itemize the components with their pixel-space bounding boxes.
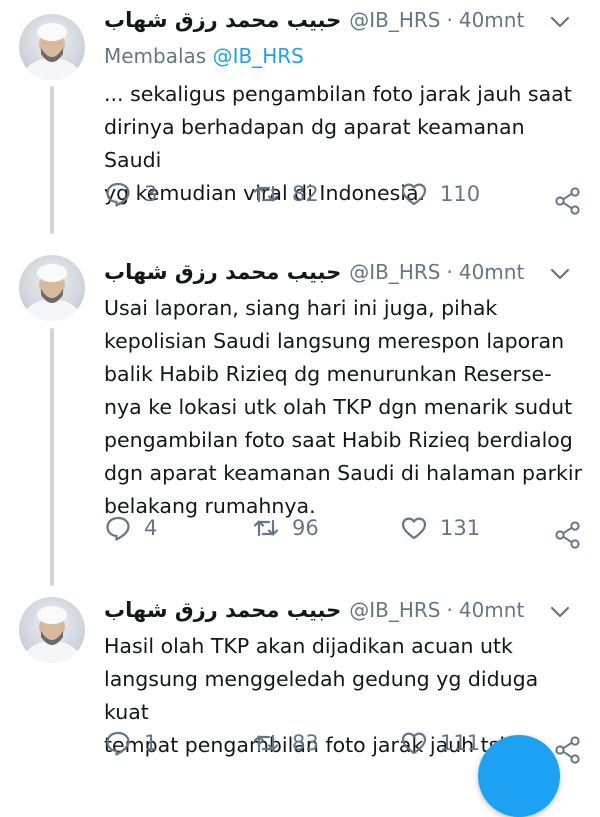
reply-button[interactable]: 4 [104,514,157,542]
reply-count: 3 [144,182,158,206]
timestamp[interactable]: 40mnt [459,598,524,622]
like-button[interactable]: 110 [400,180,480,208]
heart-icon [401,183,427,206]
tweet-2[interactable]: حبيب محمد رزق شهاب @IB_HRS · 40mnt Usai … [0,242,600,586]
separator-dot: · [446,8,453,32]
chevron-down-icon[interactable] [548,262,572,286]
user-handle[interactable]: @IB_HRS [349,8,440,32]
tweet-actions: 3 82 110 [0,180,600,220]
tweet-header: حبيب محمد رزق شهاب @IB_HRS · 40mnt [104,256,524,288]
tweet-1[interactable]: حبيب محمد رزق شهاب @IB_HRS · 40mnt Memba… [0,0,600,234]
retweet-icon [253,519,279,537]
compose-tweet-button[interactable] [478,735,560,817]
like-button[interactable]: 131 [400,514,480,542]
user-handle[interactable]: @IB_HRS [349,598,440,622]
avatar[interactable] [19,597,85,663]
heart-icon [401,732,427,755]
share-icon[interactable] [553,186,583,216]
display-name[interactable]: حبيب محمد رزق شهاب [104,598,341,622]
like-button[interactable]: 111 [400,729,480,757]
reply-context: Membalas @IB_HRS [104,44,304,68]
reply-icon [106,182,130,207]
avatar[interactable] [19,14,85,80]
tweet-text: Usai laporan, siang hari ini juga, pihak… [104,296,582,518]
tweet-header: حبيب محمد رزق شهاب @IB_HRS · 40mnt [104,4,524,36]
timestamp[interactable]: 40mnt [459,8,524,32]
retweet-icon [253,734,279,752]
reply-button[interactable]: 3 [104,180,157,208]
separator-dot: · [446,260,453,284]
retweet-count: 82 [292,182,319,206]
reply-button[interactable]: 1 [104,729,157,757]
reply-count: 4 [144,516,158,540]
tweet-header: حبيب محمد رزق شهاب @IB_HRS · 40mnt [104,594,524,626]
retweet-button[interactable]: 96 [252,514,319,542]
share-icon[interactable] [553,735,583,765]
like-count: 110 [440,182,481,206]
reply-mention[interactable]: @IB_HRS [213,44,304,68]
chevron-down-icon[interactable] [548,600,572,624]
avatar[interactable] [19,255,85,321]
reply-prefix: Membalas [104,44,207,68]
display-name[interactable]: حبيب محمد رزق شهاب [104,260,341,284]
retweet-count: 83 [292,731,319,755]
like-count: 131 [440,516,481,540]
timestamp[interactable]: 40mnt [459,260,524,284]
retweet-icon [253,185,279,203]
separator-dot: · [446,598,453,622]
retweet-button[interactable]: 82 [252,180,319,208]
user-handle[interactable]: @IB_HRS [349,260,440,284]
reply-count: 1 [144,731,158,755]
display-name[interactable]: حبيب محمد رزق شهاب [104,8,341,32]
retweet-count: 96 [292,516,319,540]
reply-icon [106,516,130,541]
retweet-button[interactable]: 83 [252,729,319,757]
heart-icon [401,517,427,540]
tweet-actions: 4 96 131 [0,514,600,554]
chevron-down-icon[interactable] [548,10,572,34]
reply-icon [106,731,130,756]
like-count: 111 [440,731,481,755]
share-icon[interactable] [553,520,583,550]
